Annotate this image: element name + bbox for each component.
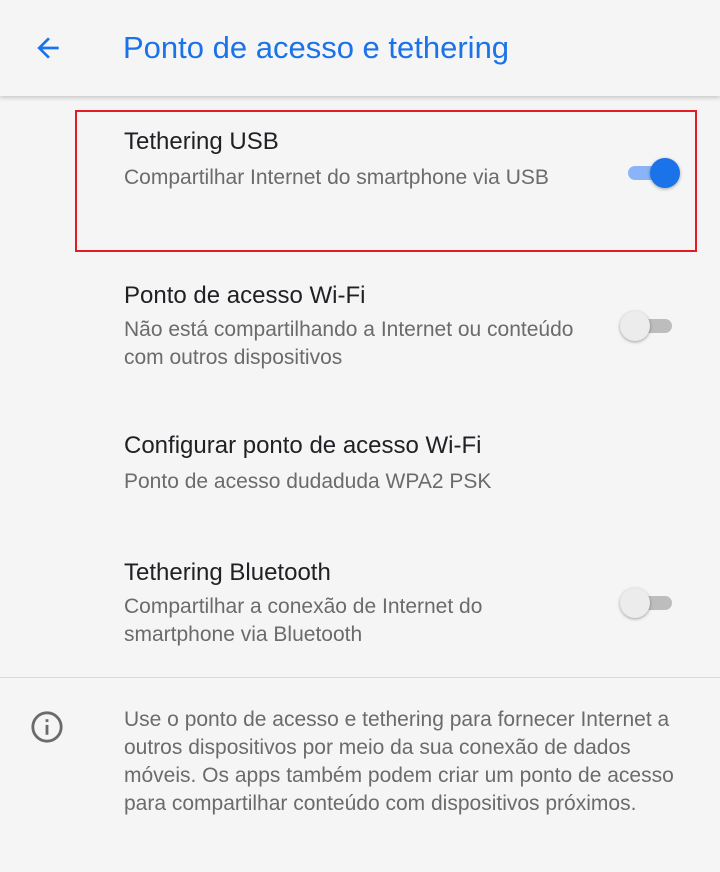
- arrow-back-icon: [37, 37, 59, 59]
- footer-info-text: Use o ponto de acesso e tethering para f…: [124, 708, 674, 815]
- wifi-hotspot-title: Ponto de acesso Wi-Fi: [124, 282, 366, 309]
- usb-tethering-switch[interactable]: [620, 155, 680, 191]
- info-icon: [31, 711, 63, 743]
- bluetooth-tethering-title: Tethering Bluetooth: [124, 559, 331, 586]
- configure-hotspot-row[interactable]: Configurar ponto de acesso Wi-Fi Ponto d…: [0, 406, 720, 536]
- configure-hotspot-title: Configurar ponto de acesso Wi-Fi: [124, 432, 482, 459]
- page-title: Ponto de acesso e tethering: [123, 30, 510, 65]
- wifi-hotspot-summary: Não está compartilhando a Internet ou co…: [124, 318, 574, 369]
- switch-thumb: [620, 588, 650, 618]
- back-button[interactable]: [22, 22, 74, 74]
- wifi-hotspot-switch[interactable]: [620, 308, 680, 344]
- switch-thumb: [620, 311, 650, 341]
- usb-tethering-title: Tethering USB: [124, 128, 279, 155]
- preferences-list: Tethering USB Compartilhar Internet do s…: [0, 96, 720, 872]
- app-bar: Ponto de acesso e tethering: [0, 0, 720, 96]
- usb-tethering-summary: Compartilhar Internet do smartphone via …: [124, 166, 549, 189]
- bluetooth-tethering-row[interactable]: Tethering Bluetooth Compartilhar a conex…: [0, 536, 720, 676]
- bluetooth-tethering-switch[interactable]: [620, 585, 680, 621]
- usb-tethering-row[interactable]: Tethering USB Compartilhar Internet do s…: [0, 96, 720, 256]
- switch-thumb: [650, 158, 680, 188]
- divider: [0, 677, 720, 678]
- configure-hotspot-summary: Ponto de acesso dudaduda WPA2 PSK: [124, 470, 492, 493]
- wifi-hotspot-row[interactable]: Ponto de acesso Wi-Fi Não está compartil…: [0, 256, 720, 406]
- bluetooth-tethering-summary: Compartilhar a conexão de Internet do sm…: [124, 595, 483, 646]
